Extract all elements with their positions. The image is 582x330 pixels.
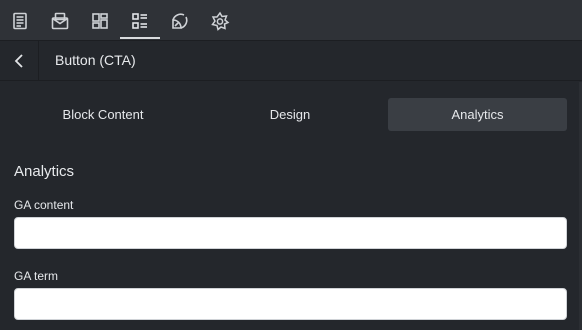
palette-tool-button[interactable] bbox=[160, 0, 200, 41]
gear-icon bbox=[211, 11, 230, 31]
layout-icon bbox=[92, 12, 108, 29]
mail-icon bbox=[51, 12, 69, 29]
ga-content-label: GA content bbox=[14, 198, 74, 212]
palette-icon bbox=[172, 13, 188, 29]
settings-tool-button[interactable] bbox=[200, 0, 240, 41]
ga-term-label: GA term bbox=[14, 269, 59, 283]
section-title: Analytics bbox=[14, 163, 75, 180]
layout-tool-button[interactable] bbox=[80, 0, 120, 41]
tab-bar: Block Content Design Analytics bbox=[14, 98, 567, 131]
list-tool-button[interactable] bbox=[120, 0, 160, 41]
tab-design[interactable]: Design bbox=[201, 98, 379, 131]
chevron-left-icon bbox=[14, 53, 23, 68]
mail-tool-button[interactable] bbox=[40, 0, 80, 41]
tab-analytics[interactable]: Analytics bbox=[388, 98, 567, 131]
list-icon bbox=[132, 12, 147, 29]
top-toolbar bbox=[0, 0, 582, 41]
back-button[interactable] bbox=[0, 41, 39, 80]
tab-block-content[interactable]: Block Content bbox=[14, 98, 192, 131]
page-tool-button[interactable] bbox=[0, 0, 40, 41]
ga-term-input[interactable] bbox=[14, 288, 567, 320]
panel-header: Button (CTA) bbox=[0, 41, 582, 81]
panel-title: Button (CTA) bbox=[55, 52, 136, 68]
ga-content-input[interactable] bbox=[14, 217, 567, 249]
page-icon bbox=[13, 12, 27, 29]
